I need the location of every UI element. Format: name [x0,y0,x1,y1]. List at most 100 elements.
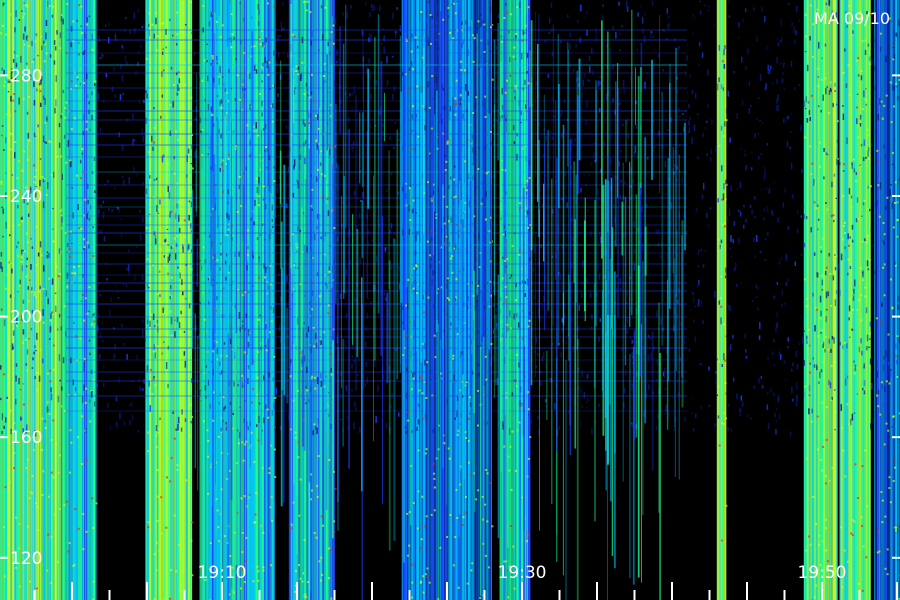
band-speck [34,40,37,43]
band-speck [725,119,728,122]
noise-speck [631,339,633,344]
band-speck [717,385,720,388]
noise-speck [159,294,161,298]
noise-speck [838,289,841,297]
noise-speck [160,115,162,119]
band-speck [484,218,487,221]
band-speck [54,392,57,395]
noise-speck [268,372,270,378]
band-speck [865,148,868,150]
noise-speck [26,62,28,65]
band-speck [303,539,306,541]
noise-speck [220,253,222,256]
noise-speck [350,5,352,9]
band-speck [805,35,807,38]
band-speck [153,553,156,556]
noise-speck [871,143,873,147]
noise-speck [334,18,337,25]
noise-speck [754,216,756,219]
noise-speck [186,155,188,163]
noise-speck [873,202,876,208]
band-speck [0,182,3,185]
band-speck [460,69,463,72]
noise-speck [57,328,59,331]
band-speck [825,475,827,478]
band-speck [179,108,182,111]
noise-speck [385,423,388,429]
noise-speck [888,375,890,382]
noise-speck [730,428,733,432]
noise-speck [210,12,213,17]
band-speck [67,550,70,553]
noise-speck [163,341,165,343]
band-speck [319,295,321,298]
noise-speck [536,300,539,303]
noise-speck [132,117,135,120]
noise-speck [0,308,3,311]
noise-speck [745,165,747,171]
band-speck [63,504,66,507]
noise-speck [680,322,682,327]
band-speck [896,201,899,204]
band-speck [311,489,313,492]
band-speck [883,263,886,266]
noise-speck [374,360,376,367]
noise-speck [514,96,516,100]
noise-speck [120,233,123,239]
noise-speck [800,124,802,132]
band-speck [301,61,304,64]
noise-speck [875,361,878,367]
noise-speck [465,20,467,25]
noise-speck [873,38,875,43]
band-speck [63,305,66,308]
band-speck [887,429,890,432]
band-speck [35,502,38,505]
band-speck [453,178,456,181]
noise-speck [139,234,142,242]
noise-speck [121,50,124,52]
band-speck [832,89,835,92]
noise-speck [500,35,503,38]
noise-speck [503,225,506,229]
band-speck [189,434,191,437]
noise-speck [537,353,539,356]
noise-speck [311,30,313,37]
noise-speck [166,228,169,230]
noise-speck [751,151,753,155]
noise-speck [432,98,435,100]
band-speck [861,40,864,43]
noise-speck [188,200,191,203]
noise-speck [31,287,33,291]
noise-speck [396,7,398,10]
noise-speck [169,296,171,300]
band-speck [156,49,158,52]
noise-speck [232,412,234,415]
noise-speck [469,412,471,415]
noise-speck [856,197,859,203]
noise-speck [848,317,850,321]
noise-speck [643,35,646,43]
band-speck [189,1,192,4]
noise-speck [791,368,793,372]
band-speck [268,472,271,474]
noise-speck [489,366,492,372]
noise-speck [156,320,159,324]
band-speck [76,76,79,79]
noise-speck [852,295,855,301]
noise-speck [697,113,699,116]
noise-speck [81,152,84,155]
band-speck [267,73,270,76]
band-speck [834,410,837,413]
band-speck [851,519,854,522]
band-speck [52,344,55,347]
noise-speck [399,25,402,32]
band-speck [313,423,316,426]
noise-speck [146,319,149,324]
noise-speck [339,394,342,396]
noise-speck [415,235,417,242]
noise-speck [459,98,462,106]
noise-speck [79,159,82,164]
noise-speck [176,317,179,323]
noise-speck [881,302,883,307]
band-speck [422,311,425,314]
